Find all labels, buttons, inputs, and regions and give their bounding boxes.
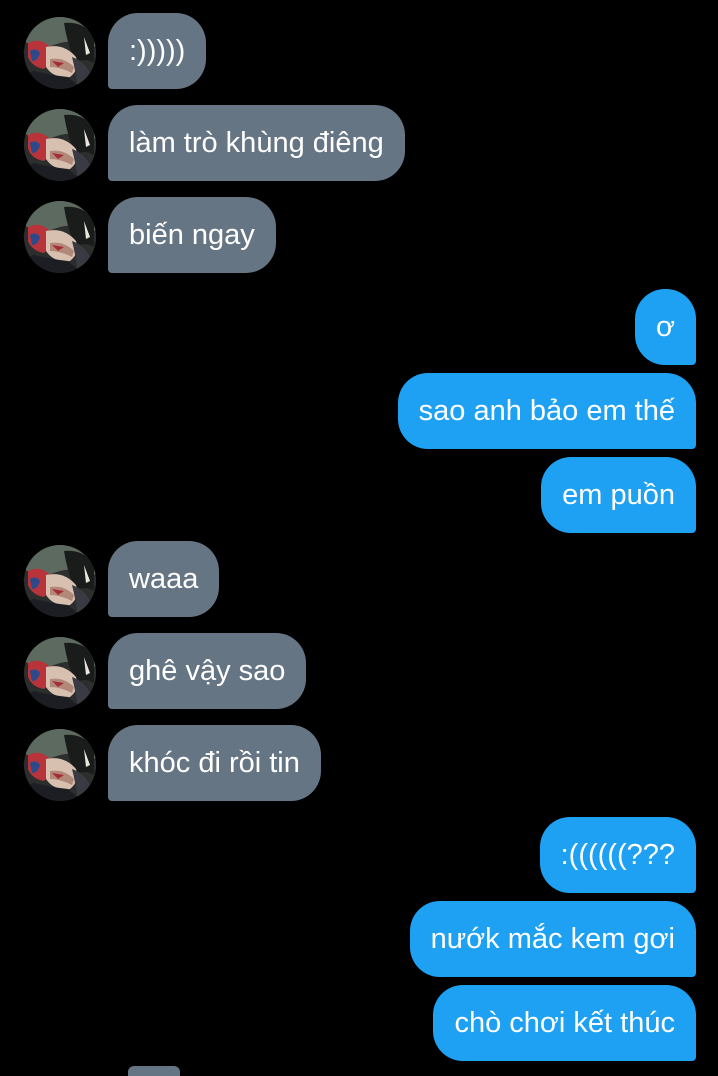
contact-avatar[interactable] <box>24 17 96 89</box>
partial-incoming-bubble <box>128 1066 180 1076</box>
outgoing-message-bubble[interactable]: ơ <box>634 289 696 365</box>
incoming-message-bubble[interactable]: biến ngay <box>108 197 276 273</box>
message-text: ơ <box>655 310 675 343</box>
anime-character-avatar-icon <box>24 545 96 617</box>
message-text: chò chơi kết thúc <box>454 1006 675 1039</box>
message-text: làm trò khùng điêng <box>129 126 384 159</box>
message-text: em puồn <box>562 478 675 511</box>
incoming-message-bubble[interactable]: làm trò khùng điêng <box>108 105 405 181</box>
contact-avatar[interactable] <box>24 729 96 801</box>
incoming-message-bubble[interactable]: waaa <box>108 541 220 617</box>
outgoing-message-bubble[interactable]: chò chơi kết thúc <box>433 985 696 1061</box>
outgoing-message-bubble[interactable]: nướk mắc kem gơi <box>409 901 696 977</box>
message-text: biến ngay <box>129 218 255 251</box>
incoming-message-bubble[interactable]: :))))) <box>108 13 207 89</box>
contact-avatar[interactable] <box>24 545 96 617</box>
message-text: ghê vậy sao <box>129 654 286 687</box>
anime-character-avatar-icon <box>24 729 96 801</box>
outgoing-message-bubble[interactable]: sao anh bảo em thế <box>397 373 696 449</box>
outgoing-message-bubble[interactable]: em puồn <box>541 457 696 533</box>
message-text: khóc đi rồi tin <box>129 746 300 779</box>
contact-avatar[interactable] <box>24 201 96 273</box>
outgoing-message-bubble[interactable]: :((((((??? <box>539 817 696 893</box>
anime-character-avatar-icon <box>24 17 96 89</box>
message-text: :((((((??? <box>560 838 675 871</box>
message-text: nướk mắc kem gơi <box>430 922 675 955</box>
incoming-message-bubble[interactable]: khóc đi rồi tin <box>108 725 321 801</box>
anime-character-avatar-icon <box>24 201 96 273</box>
message-text: :))))) <box>129 34 186 67</box>
anime-character-avatar-icon <box>24 637 96 709</box>
incoming-message-bubble[interactable]: ghê vậy sao <box>108 633 307 709</box>
message-text: sao anh bảo em thế <box>418 394 675 427</box>
contact-avatar[interactable] <box>24 109 96 181</box>
anime-character-avatar-icon <box>24 109 96 181</box>
contact-avatar[interactable] <box>24 637 96 709</box>
message-text: waaa <box>129 562 199 595</box>
